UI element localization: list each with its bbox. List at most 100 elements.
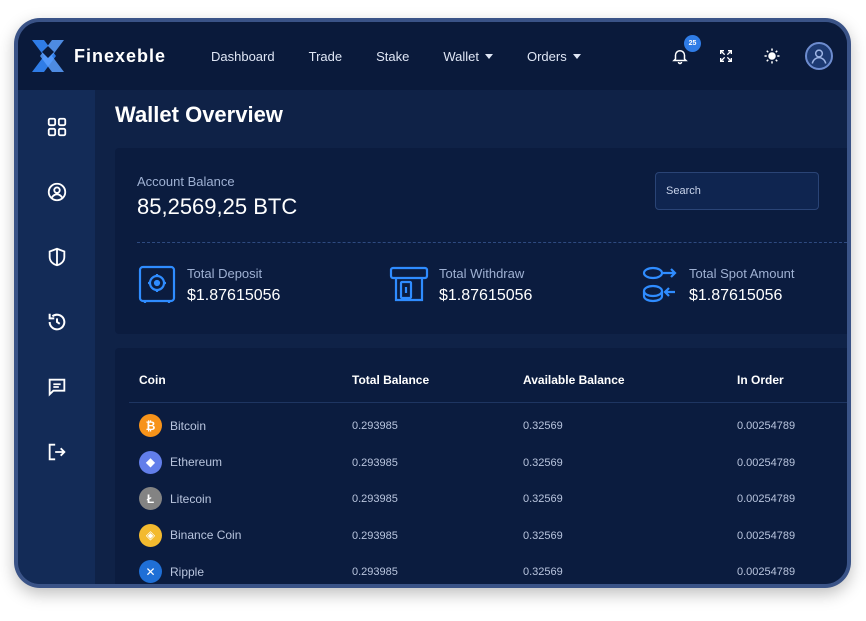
coin-cell: ✕ Ripple <box>139 560 204 583</box>
sidebar <box>18 90 95 584</box>
coin-name: Ethereum <box>170 455 223 469</box>
main-content: Wallet Overview Account Balance 85,2569,… <box>95 90 847 584</box>
chevron-down-icon <box>572 53 581 59</box>
nav-wallet[interactable]: Wallet <box>443 49 493 64</box>
coin-glyph: ◆ <box>145 455 156 469</box>
avatar[interactable] <box>805 42 833 70</box>
table-row[interactable]: ₿ Bitcoin 0.293985 0.32569 0.00254789 <box>115 408 847 444</box>
column-header-total-balance[interactable]: Total Balance <box>352 373 429 387</box>
sidebar-item-logout[interactable] <box>46 441 68 463</box>
total-balance-cell: 0.293985 <box>352 529 398 542</box>
stat-value: $1.87615056 <box>689 287 783 304</box>
notification-badge: 25 <box>684 35 701 52</box>
account-balance-label: Account Balance <box>137 174 235 189</box>
user-icon <box>47 182 66 202</box>
table-row[interactable]: ✕ Ripple 0.293985 0.32569 0.00254789 <box>115 554 847 584</box>
page-title: Wallet Overview <box>115 102 283 127</box>
coin-glyph: Ł <box>146 491 155 506</box>
in-order-cell: 0.00254789 <box>737 529 796 542</box>
search-input[interactable] <box>655 172 819 210</box>
column-header-in-order[interactable]: In Order <box>737 373 784 387</box>
coin-name: Bitcoin <box>170 418 207 433</box>
card-divider <box>137 242 847 243</box>
available-balance-cell: 0.32569 <box>523 420 563 432</box>
table-header: Coin Total Balance Available Balance In … <box>115 373 847 393</box>
main-nav: Dashboard Trade Stake Wallet Orders <box>195 49 615 64</box>
stat-total-deposit: Total Deposit $1.87615056 <box>137 264 280 305</box>
theme-toggle[interactable] <box>761 45 783 67</box>
brand-name: Finexeble <box>74 45 167 66</box>
column-header-available-balance[interactable]: Available Balance <box>523 373 625 387</box>
history-icon <box>48 313 65 331</box>
coin-cell: ₿ Bitcoin <box>139 414 206 437</box>
in-order-cell: 0.00254789 <box>737 456 796 469</box>
in-order-cell: 0.00254789 <box>737 493 796 505</box>
total-balance-cell: 0.293985 <box>352 493 398 505</box>
fullscreen-icon <box>720 50 732 62</box>
sidebar-item-security[interactable] <box>46 246 68 268</box>
logout-icon <box>48 443 66 461</box>
sidebar-item-profile[interactable] <box>46 181 68 203</box>
app-screen: Finexeble Dashboard Trade Stake Wallet O… <box>18 22 847 584</box>
balance-card: Account Balance 85,2569,25 BTC Total Dep… <box>115 148 847 334</box>
table-row[interactable]: ◆ Ethereum 0.293985 0.32569 0.00254789 <box>115 445 847 481</box>
nav-trade[interactable]: Trade <box>309 49 342 64</box>
shield-icon <box>48 247 65 267</box>
fullscreen-button[interactable] <box>715 45 737 67</box>
coin-cell: ◆ Ethereum <box>139 450 223 474</box>
nav-label: Wallet <box>443 48 479 64</box>
coin-glyph: ₿ <box>145 418 156 433</box>
nav-orders[interactable]: Orders <box>527 49 581 64</box>
sidebar-item-dashboard[interactable] <box>46 116 68 138</box>
coin-glyph: ◈ <box>145 528 156 542</box>
sun-icon <box>764 48 780 64</box>
notification-button[interactable]: 25 <box>669 35 701 67</box>
coins-exchange-icon <box>642 266 677 303</box>
coin-name: Ripple <box>170 564 205 579</box>
atm-icon <box>389 266 429 302</box>
header-divider <box>129 402 847 403</box>
coin-cell: ◈ Binance Coin <box>139 523 242 547</box>
in-order-cell: 0.00254789 <box>737 566 796 578</box>
coin-table: Coin Total Balance Available Balance In … <box>115 348 847 584</box>
nav-dashboard[interactable]: Dashboard <box>211 49 275 64</box>
sidebar-item-messages[interactable] <box>46 376 68 398</box>
nav-label: Trade <box>308 48 343 64</box>
in-order-cell: 0.00254789 <box>737 420 796 432</box>
coin-glyph: ✕ <box>145 564 156 579</box>
column-header-coin[interactable]: Coin <box>139 373 166 387</box>
coin-name: Litecoin <box>170 491 212 506</box>
sidebar-item-history[interactable] <box>46 311 68 333</box>
table-row[interactable]: ◈ Binance Coin 0.293985 0.32569 0.00254789 <box>115 518 847 554</box>
stat-value: $1.87615056 <box>439 287 533 304</box>
stat-value: $1.87615056 <box>187 287 281 304</box>
table-row[interactable]: Ł Litecoin 0.293985 0.32569 0.00254789 <box>115 481 847 517</box>
nav-label: Dashboard <box>211 48 275 64</box>
coin-name: Binance Coin <box>170 528 242 542</box>
available-balance-cell: 0.32569 <box>523 529 563 542</box>
brand[interactable]: Finexeble <box>30 38 195 74</box>
available-balance-cell: 0.32569 <box>523 566 563 578</box>
total-balance-cell: 0.293985 <box>352 566 398 578</box>
ripple-coin-icon: ✕ <box>139 560 162 583</box>
vault-icon <box>138 265 176 303</box>
stat-label: Total Withdraw <box>439 266 525 281</box>
stat-total-withdraw: Total Withdraw $1.87615056 <box>389 264 532 305</box>
top-navbar: Finexeble Dashboard Trade Stake Wallet O… <box>18 22 847 90</box>
brand-logo-icon <box>32 40 64 72</box>
device-frame: Finexeble Dashboard Trade Stake Wallet O… <box>14 18 851 588</box>
nav-label: Orders <box>526 48 567 64</box>
ethereum-coin-icon: ◆ <box>139 450 162 474</box>
coin-cell: Ł Litecoin <box>139 487 211 510</box>
nav-stake[interactable]: Stake <box>376 49 409 64</box>
stat-label: Total Deposit <box>187 266 263 281</box>
stat-label: Total Spot Amount <box>689 266 795 281</box>
total-balance-cell: 0.293985 <box>352 456 398 469</box>
dashboard-icon <box>47 117 66 137</box>
chevron-down-icon <box>484 53 493 59</box>
header-actions: 25 <box>645 22 833 90</box>
stat-total-spot-amount: Total Spot Amount $1.87615056 <box>639 264 795 305</box>
binance-coin-coin-icon: ◈ <box>139 523 162 547</box>
nav-label: Stake <box>376 48 410 64</box>
account-balance-value: 85,2569,25 BTC <box>137 194 298 219</box>
